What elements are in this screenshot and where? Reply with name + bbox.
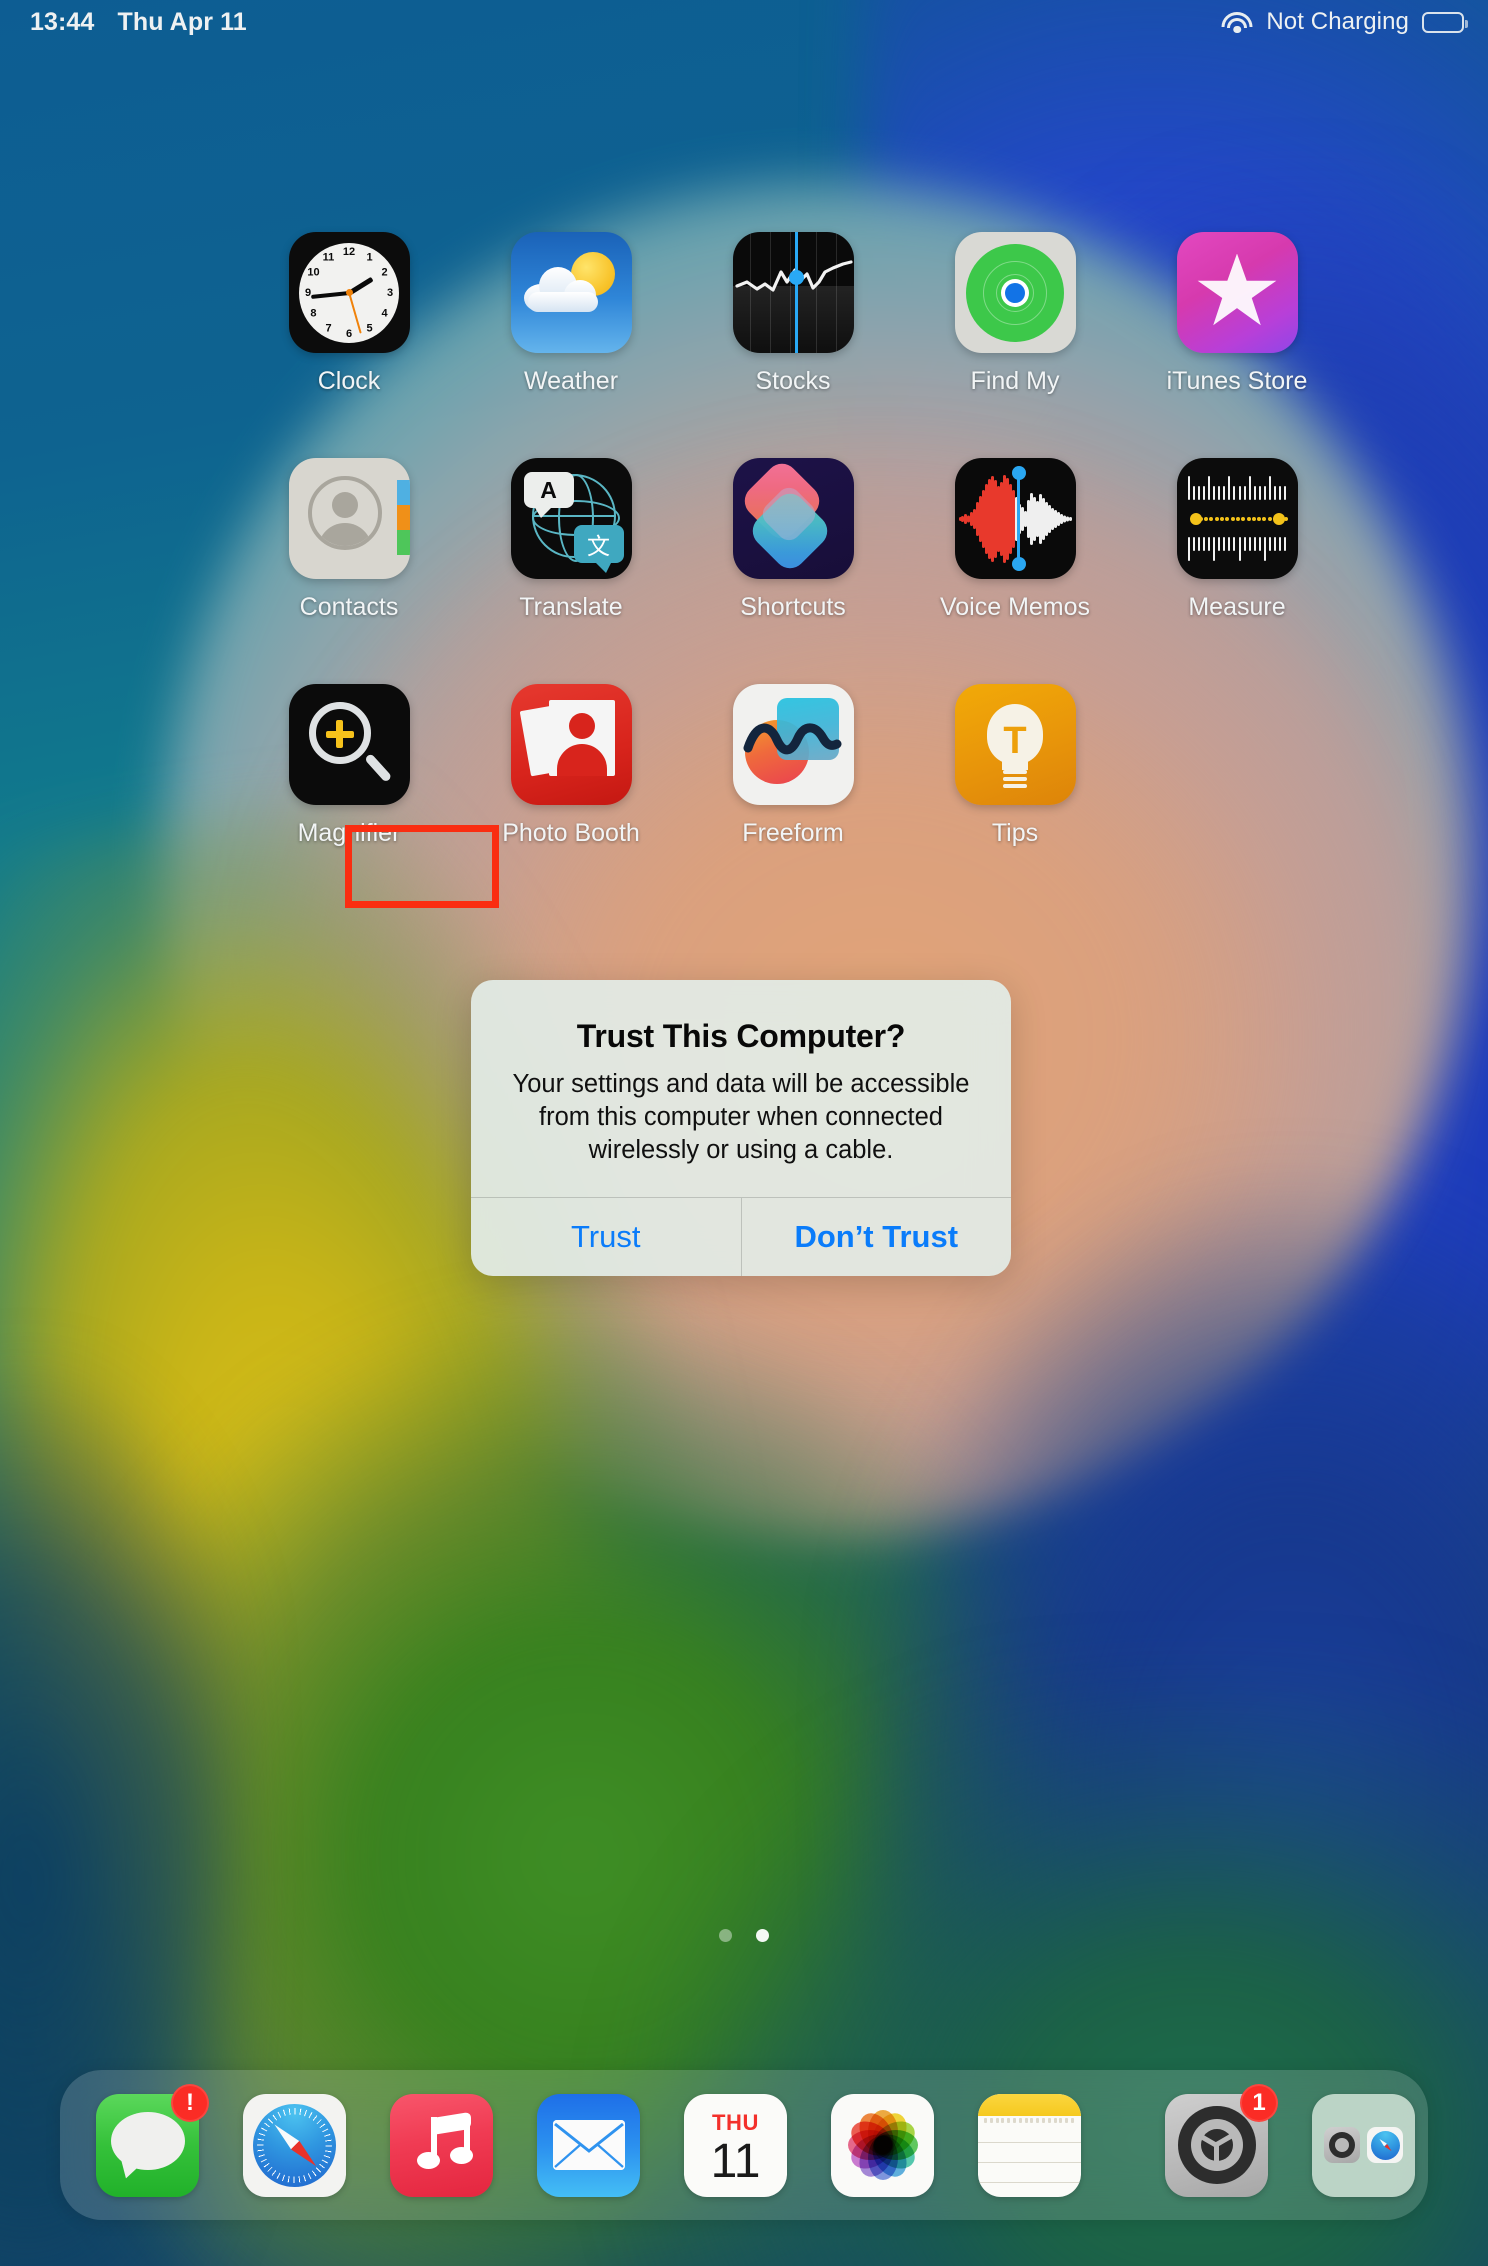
music-app-icon — [390, 2093, 493, 2197]
app-label: Find My — [970, 367, 1060, 395]
status-bar-left: 13:44 Thu Apr 11 — [30, 8, 247, 37]
shortcuts-app-icon — [732, 458, 854, 579]
itunes-store-app-icon — [1176, 232, 1298, 353]
app-icon-stocks[interactable]: Stocks — [682, 232, 904, 396]
app-icon-voice-memos[interactable]: Voice Memos — [904, 458, 1126, 622]
dock: ! THU 11 1 — [60, 2070, 1428, 2220]
app-label: Tips — [991, 819, 1039, 847]
dock-app-photos[interactable] — [831, 2093, 934, 2197]
app-label: Freeform — [742, 819, 844, 847]
mini-safari-icon — [1367, 2127, 1403, 2163]
dock-app-messages[interactable]: ! — [96, 2083, 209, 2197]
dock-app-safari[interactable] — [243, 2093, 346, 2197]
magnifier-app-icon — [288, 684, 410, 805]
trust-button[interactable]: Trust — [471, 1198, 741, 1276]
app-icon-itunes-store[interactable]: iTunes Store — [1126, 232, 1348, 396]
battery-status-label: Not Charging — [1266, 8, 1409, 35]
status-bar-time: 13:44 — [30, 7, 95, 36]
translate-cjk-glyph: 文 — [573, 525, 624, 573]
freeform-app-icon — [732, 684, 854, 805]
status-bar-date: Thu Apr 11 — [117, 7, 247, 36]
app-icon-clock[interactable]: 12 1 2 3 4 5 6 7 8 9 10 11 Clock — [238, 232, 460, 396]
notes-app-icon — [978, 2093, 1081, 2197]
page-indicator[interactable] — [0, 1929, 1488, 1942]
messages-badge: ! — [171, 2083, 209, 2122]
app-row: 12 1 2 3 4 5 6 7 8 9 10 11 Clock Weather… — [0, 232, 1488, 396]
wifi-icon — [1221, 11, 1253, 34]
app-grid: 12 1 2 3 4 5 6 7 8 9 10 11 Clock Weather… — [0, 232, 1488, 910]
calendar-app-icon: THU 11 — [684, 2093, 787, 2197]
app-label: Stocks — [755, 367, 831, 395]
mini-settings-icon — [1324, 2127, 1360, 2163]
dont-trust-button[interactable]: Don’t Trust — [740, 1198, 1012, 1277]
dock-app-notes[interactable] — [978, 2093, 1081, 2197]
app-label: Clock — [317, 367, 381, 395]
dock-app-mail[interactable] — [537, 2093, 640, 2197]
tips-glyph: T — [1003, 719, 1027, 762]
app-icon-measure[interactable]: Measure — [1126, 458, 1348, 622]
app-icon-translate[interactable]: A 文 Translate — [460, 458, 682, 622]
app-icon-find-my[interactable]: Find My — [904, 232, 1126, 396]
app-icon-contacts[interactable]: Contacts — [238, 458, 460, 622]
dock-recent-apps-folder[interactable] — [1312, 2093, 1415, 2197]
app-icon-weather[interactable]: Weather — [460, 232, 682, 396]
app-label: Voice Memos — [939, 593, 1091, 621]
stocks-app-icon — [732, 232, 854, 353]
tips-app-icon: T — [954, 684, 1076, 805]
dock-app-settings[interactable]: 1 — [1165, 2083, 1278, 2197]
app-label: Magnifier — [297, 819, 401, 847]
dock-app-music[interactable] — [390, 2093, 493, 2197]
app-icon-shortcuts[interactable]: Shortcuts — [682, 458, 904, 622]
measure-app-icon — [1176, 458, 1298, 579]
status-bar: 13:44 Thu Apr 11 Not Charging — [0, 0, 1488, 44]
page-dot-1[interactable] — [719, 1929, 732, 1942]
dialog-title: Trust This Computer? — [576, 1018, 906, 1054]
app-label: Weather — [523, 367, 619, 395]
trust-computer-dialog: Trust This Computer? Your settings and d… — [471, 980, 1012, 1277]
app-label: Contacts — [299, 593, 399, 621]
battery-full-icon — [1422, 11, 1468, 33]
app-icon-photo-booth[interactable]: Photo Booth — [460, 684, 682, 848]
recent-apps-folder-icon — [1312, 2093, 1415, 2197]
photo-booth-app-icon — [510, 684, 632, 805]
translate-app-icon: A 文 — [510, 458, 632, 579]
settings-badge: 1 — [1240, 2083, 1278, 2122]
app-label: Translate — [519, 593, 623, 621]
app-row: Contacts A 文 Translate Shortcuts Voice M… — [0, 458, 1488, 622]
calendar-day-of-week: THU — [711, 2110, 759, 2135]
translate-latin-glyph: A — [523, 472, 574, 518]
safari-app-icon — [243, 2093, 346, 2197]
voice-memos-app-icon — [954, 458, 1076, 579]
app-label: Photo Booth — [502, 819, 640, 847]
status-bar-right: Not Charging — [1221, 8, 1468, 36]
ipad-home-screen: 13:44 Thu Apr 11 Not Charging 12 1 2 3 4 — [0, 0, 1488, 2266]
app-icon-tips[interactable]: T Tips — [904, 684, 1126, 848]
weather-app-icon — [510, 232, 632, 353]
dialog-message: Your settings and data will be accessibl… — [512, 1070, 970, 1165]
find-my-app-icon — [954, 232, 1076, 353]
dialog-actions: Trust Don’t Trust — [471, 1197, 1012, 1277]
app-label: Measure — [1188, 593, 1286, 621]
mail-app-icon — [537, 2093, 640, 2197]
dialog-body: Trust This Computer? Your settings and d… — [471, 980, 1011, 1197]
calendar-day-number: 11 — [710, 2135, 761, 2188]
app-icon-freeform[interactable]: Freeform — [682, 684, 904, 848]
app-row: Magnifier Photo Booth Freeform T Tips — [0, 684, 1488, 848]
dock-app-calendar[interactable]: THU 11 — [684, 2093, 787, 2197]
app-label: Shortcuts — [740, 593, 846, 621]
page-dot-2[interactable] — [756, 1929, 769, 1942]
photos-app-icon — [831, 2093, 934, 2197]
app-icon-magnifier[interactable]: Magnifier — [238, 684, 460, 848]
contacts-app-icon — [288, 458, 410, 579]
clock-app-icon: 12 1 2 3 4 5 6 7 8 9 10 11 — [288, 232, 410, 353]
app-label: iTunes Store — [1166, 367, 1308, 395]
